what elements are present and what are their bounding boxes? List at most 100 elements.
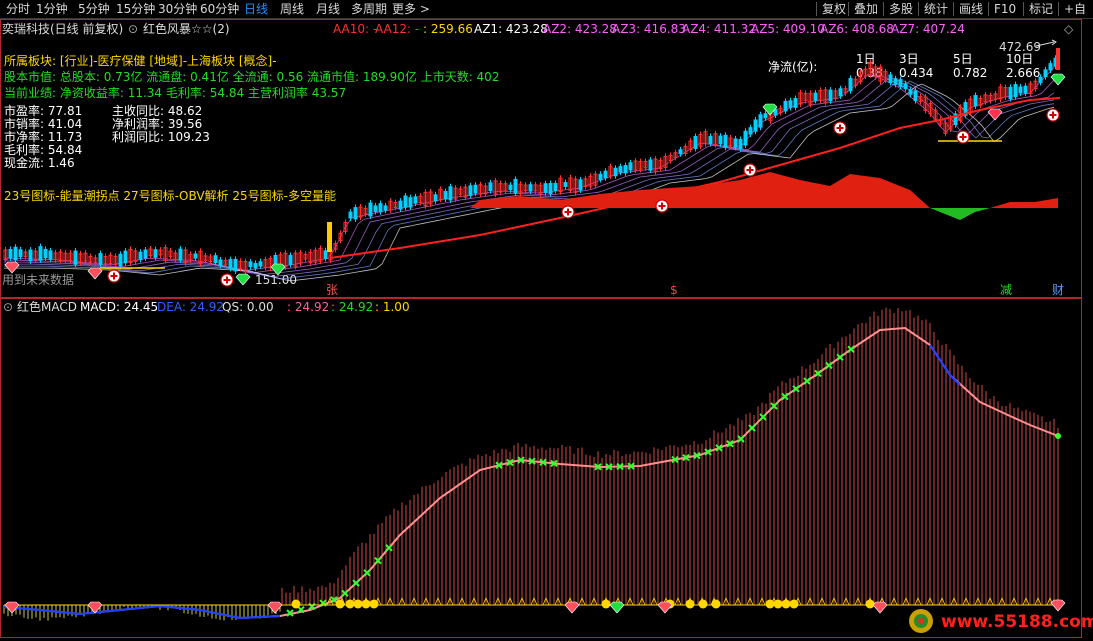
yellow-dot [698,599,708,609]
yellow-dot [789,599,799,609]
candle-body [28,249,33,262]
candle-body [433,194,438,202]
candle-body [613,167,618,177]
red-gem-icon [564,601,580,614]
candle-body [528,184,533,192]
macd-end-dot [1055,433,1061,439]
yellow-dot [781,599,791,609]
candle-body [218,259,223,267]
candle-body [8,249,13,259]
yellow-dot [601,599,611,609]
candle-body [543,183,548,194]
candle-body [1038,76,1043,83]
candle-body [213,255,218,264]
candle-body [443,190,448,200]
candle-body [473,184,478,194]
yellow-dot [765,599,775,609]
candle-body [248,261,253,268]
candle-body [708,135,713,144]
candle-body [403,195,408,208]
red-gem-icon [4,601,20,614]
candle-body [753,119,758,132]
candle-body [228,259,233,269]
cross-mark [781,392,789,401]
watermark: www.55188.com [907,607,1093,635]
cross-mark [759,413,767,421]
candle-body [783,100,788,112]
candle-body [903,83,908,90]
cross-mark [385,544,393,552]
watermark-text: www.55188.com [941,612,1093,632]
obv-area-2 [990,198,1058,208]
candle-body [718,135,723,145]
candle-body [598,173,603,181]
candle-body [748,127,753,135]
candle-body [563,181,568,187]
yellow-dot [361,599,371,609]
candle-body [733,138,738,148]
candle-body [1043,69,1048,78]
cross-mark [803,377,811,385]
yellow-dot [685,599,695,609]
red-gem-icon [4,261,20,274]
yellow-dot [353,599,363,609]
dif-line [3,326,1059,620]
candle-body [1023,85,1028,94]
candle-body [488,182,493,192]
cross-mark [341,589,349,598]
candle-body [408,197,413,208]
candle-body [383,205,388,211]
candle-body [578,179,583,191]
high-arrow [1035,41,1055,47]
candle-body [448,186,453,201]
candle-body [233,258,238,272]
candle-body [98,253,103,265]
chart-canvas[interactable] [0,0,1093,641]
yellow-dot [345,599,355,609]
candle-body [48,250,53,260]
candle-body [18,249,23,258]
candle-body [788,100,793,108]
last-candle [1056,48,1060,70]
candle-body [723,134,728,148]
yellow-dot [291,599,301,609]
candle-body [373,205,378,213]
candle-body [193,253,198,259]
candle-body [743,130,748,146]
watermark-logo-icon [909,609,933,633]
candle-body [828,89,833,102]
candle-body [553,182,558,191]
red-gem-icon [987,108,1003,121]
fan-ma-line [4,80,1055,280]
candle-body [178,248,183,261]
candle-body [1008,86,1013,100]
candle-body [738,139,743,150]
candle-body [618,166,623,173]
candle-body [793,97,798,108]
obv-area-green [930,208,990,220]
candle-body [548,182,553,195]
dea-line-blue [3,604,281,620]
green-gem-icon [1050,73,1066,86]
fan-ma-line [4,77,1055,276]
cross-mark [737,435,745,443]
candle-body [123,250,128,264]
candle-body [893,78,898,85]
candle-body [258,261,263,267]
candle-body [348,211,353,219]
candle-body [888,74,893,84]
cross-mark [825,361,833,370]
candle-body [398,200,403,210]
candle-body [758,114,763,128]
candle-body [253,262,258,269]
candle-body [838,88,843,97]
candle-body [678,149,683,155]
red-gem-icon [657,601,673,614]
yellow-dot [773,599,783,609]
yellow-dot [335,599,345,609]
candle-body [513,178,518,194]
candle-body [508,184,513,191]
candle-body [118,253,123,267]
red-gem-icon [872,601,888,614]
candle-body [973,95,978,107]
